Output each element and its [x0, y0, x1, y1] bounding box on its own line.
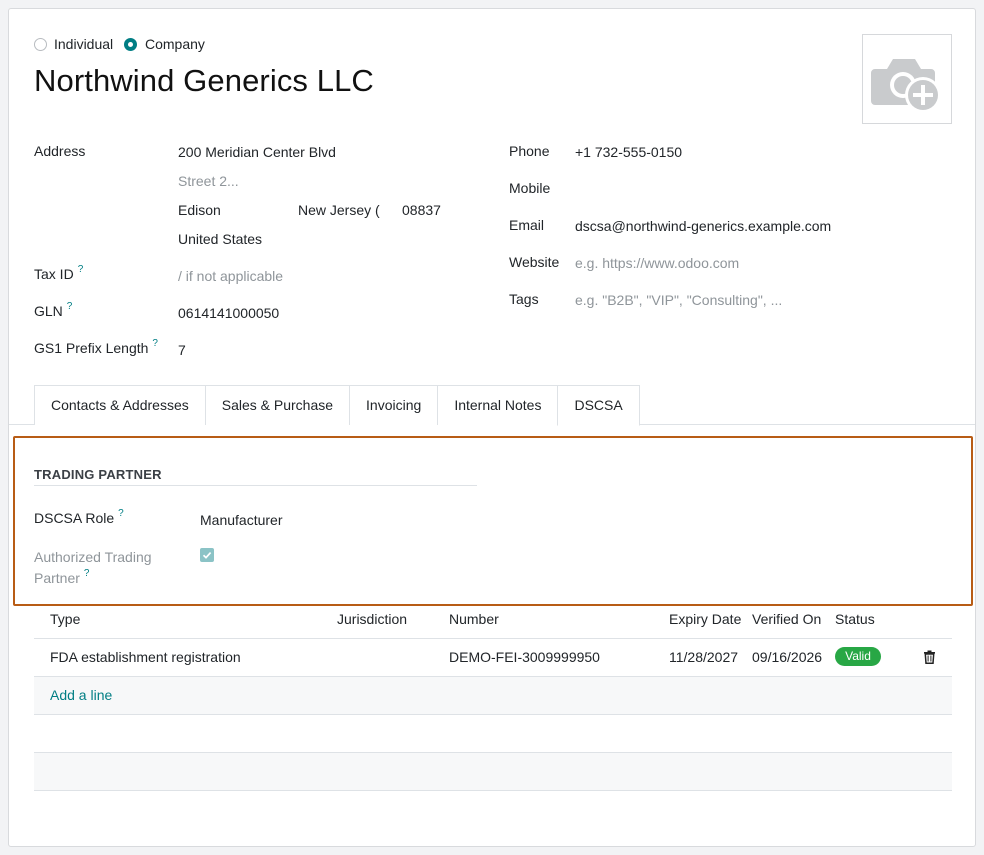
trading-partner-section-title: TRADING PARTNER: [34, 467, 162, 482]
website-input[interactable]: e.g. https://www.odoo.com: [575, 255, 739, 271]
gs1-help-icon[interactable]: ?: [152, 338, 158, 349]
section-divider: [34, 485, 477, 486]
col-number-header[interactable]: Number: [449, 611, 499, 627]
state-select[interactable]: New Jersey (: [298, 202, 380, 218]
add-a-line-link[interactable]: Add a line: [50, 687, 112, 703]
tags-input[interactable]: e.g. "B2B", "VIP", "Consulting", ...: [575, 292, 782, 308]
col-expiry-header[interactable]: Expiry Date: [669, 611, 741, 627]
dscsa-role-help-icon[interactable]: ?: [118, 508, 124, 519]
zip-input[interactable]: 08837: [402, 202, 441, 218]
notebook-tabs: Contacts & Addresses Sales & Purchase In…: [34, 385, 640, 426]
cell-type[interactable]: FDA establishment registration: [50, 649, 241, 665]
tab-contacts-addresses[interactable]: Contacts & Addresses: [34, 385, 206, 425]
avatar-upload[interactable]: [862, 34, 952, 124]
check-icon: [202, 552, 212, 559]
row-divider: [34, 714, 952, 715]
phone-input[interactable]: +1 732-555-0150: [575, 144, 682, 160]
address-label: Address: [34, 143, 86, 159]
tab-dscsa[interactable]: DSCSA: [557, 385, 640, 426]
table-bottom-divider: [34, 790, 952, 791]
authorized-help-icon[interactable]: ?: [84, 568, 90, 579]
company-radio[interactable]: [124, 38, 137, 51]
dscsa-highlight-box: [13, 436, 973, 606]
mobile-label: Mobile: [509, 180, 551, 196]
col-jurisdiction-header[interactable]: Jurisdiction: [337, 611, 407, 627]
street2-input[interactable]: Street 2...: [178, 173, 239, 189]
col-status-header[interactable]: Status: [835, 611, 875, 627]
mobile-input[interactable]: [575, 180, 895, 198]
gs1-prefix-input[interactable]: 7: [178, 342, 186, 358]
cell-expiry[interactable]: 11/28/2027: [669, 649, 738, 665]
gln-input[interactable]: 0614141000050: [178, 305, 279, 321]
tax-id-input[interactable]: / if not applicable: [178, 268, 283, 284]
email-label: Email: [509, 217, 545, 233]
gln-help-icon[interactable]: ?: [67, 301, 73, 312]
empty-row: [34, 753, 952, 790]
street-input[interactable]: 200 Meridian Center Blvd: [178, 144, 336, 160]
cell-number[interactable]: DEMO-FEI-3009999950: [449, 649, 600, 665]
col-verified-header[interactable]: Verified On: [752, 611, 821, 627]
website-label: Website: [509, 254, 560, 270]
cell-verified[interactable]: 09/16/2026: [752, 649, 822, 665]
tax-id-help-icon[interactable]: ?: [78, 264, 84, 275]
tax-id-label: Tax ID?: [34, 264, 84, 282]
tab-internal-notes[interactable]: Internal Notes: [437, 385, 559, 425]
table-header-divider: [34, 638, 952, 639]
dscsa-role-select[interactable]: Manufacturer: [200, 512, 282, 528]
city-input[interactable]: Edison: [178, 202, 221, 218]
email-input[interactable]: dscsa@northwind-generics.example.com: [575, 218, 831, 234]
dscsa-role-label: DSCSA Role?: [34, 508, 124, 526]
country-select[interactable]: United States: [178, 231, 262, 247]
partner-name-input[interactable]: Northwind Generics LLC: [34, 63, 374, 99]
tab-invoicing[interactable]: Invoicing: [349, 385, 439, 425]
camera-plus-icon: [871, 59, 941, 113]
individual-radio[interactable]: [34, 38, 47, 51]
add-line-row: [34, 677, 952, 714]
individual-label[interactable]: Individual: [54, 36, 113, 52]
phone-label: Phone: [509, 143, 550, 159]
status-badge: Valid: [835, 647, 881, 666]
col-type-header[interactable]: Type: [50, 611, 80, 627]
partner-form-sheet: Individual Company Northwind Generics LL…: [8, 8, 976, 847]
tab-sales-purchase[interactable]: Sales & Purchase: [204, 385, 351, 425]
authorized-trading-partner-label: Authorized Trading Partner?: [34, 549, 152, 586]
company-label[interactable]: Company: [145, 36, 205, 52]
gs1-prefix-label: GS1 Prefix Length?: [34, 338, 158, 356]
trash-icon[interactable]: [923, 650, 936, 667]
tags-label: Tags: [509, 291, 539, 307]
gln-label: GLN?: [34, 301, 73, 319]
authorized-trading-partner-checkbox[interactable]: [200, 548, 214, 562]
